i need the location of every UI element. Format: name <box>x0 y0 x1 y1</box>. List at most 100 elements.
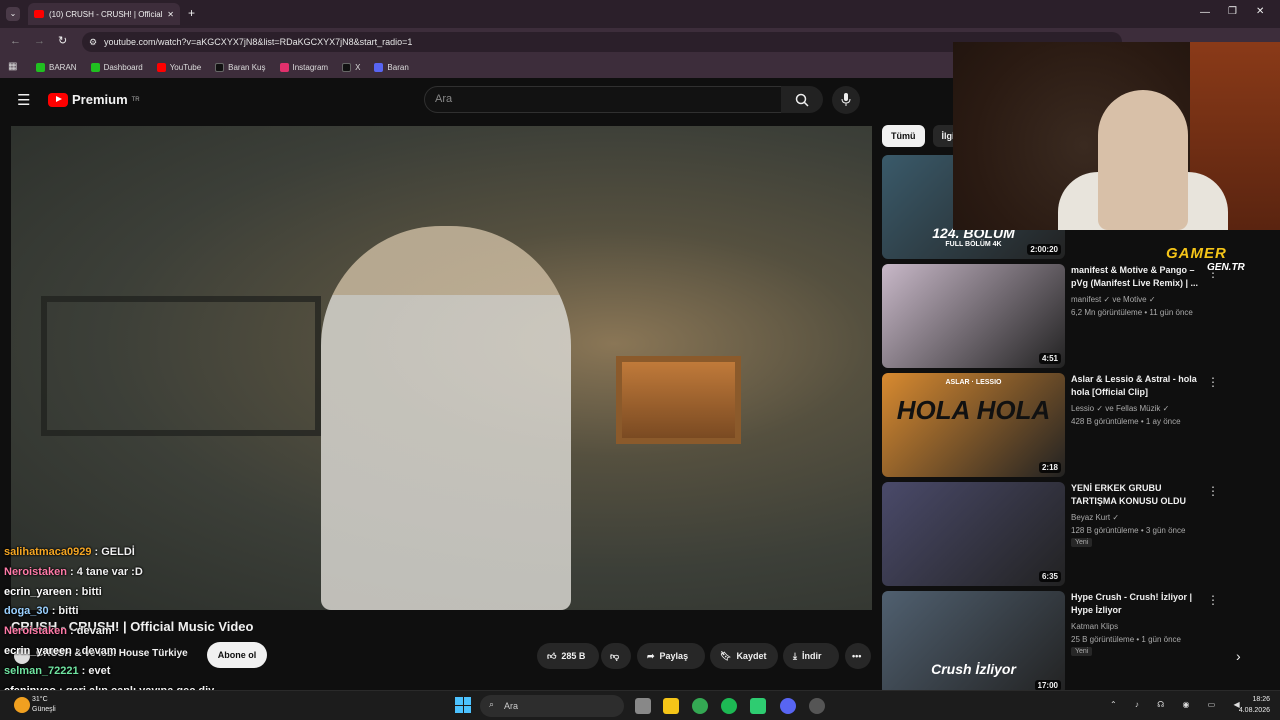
chat-username: ecrin_yareen <box>4 644 72 657</box>
subscribe-button[interactable]: Abone ol <box>207 642 267 668</box>
download-button[interactable]: ⤓ İndir <box>783 643 839 669</box>
browser-tab-bar: ⌄ (10) CRUSH - CRUSH! | Official ✕ + — ❐… <box>0 0 1280 28</box>
thumbnail-overlay-subtext: ASLAR · LESSIO <box>945 379 1002 386</box>
search-icon <box>795 93 809 107</box>
site-info-icon[interactable]: ⚙ <box>89 32 97 52</box>
obs-icon[interactable] <box>809 698 825 714</box>
minimize-button[interactable]: — <box>1200 7 1210 18</box>
weather-desc: Güneşli <box>32 706 56 713</box>
menu-hamburger-icon[interactable]: ☰ <box>17 91 30 109</box>
bookmark-baran-2[interactable]: Baran <box>374 62 409 72</box>
bookmark-label: Dashboard <box>103 62 143 72</box>
recommendation-item[interactable]: Crush İzliyor 17:00 Hype Crush - Crush! İz… <box>882 591 1274 695</box>
thumbnail-overlay-text: Crush İzliyor <box>931 661 1016 677</box>
clock-date: 4.08.2026 <box>1238 707 1270 714</box>
more-actions-button[interactable]: ••• <box>845 643 871 669</box>
forward-icon[interactable]: → <box>34 35 45 47</box>
chip-all[interactable]: Tümü <box>882 125 925 147</box>
more-vertical-icon[interactable]: ⋮ <box>1207 484 1219 498</box>
reload-icon[interactable]: ↻ <box>58 34 67 47</box>
voice-search-button[interactable] <box>832 86 860 114</box>
video-title[interactable]: manifest & Motive & Pango – pVg (Manifes… <box>1071 264 1201 290</box>
new-tab-button[interactable]: + <box>188 6 195 20</box>
bookmark-label: Instagram <box>292 62 329 72</box>
tab-title: (10) CRUSH - CRUSH! | Official <box>49 9 163 19</box>
discord-icon[interactable] <box>780 698 796 714</box>
restore-button[interactable]: ❐ <box>1228 6 1237 17</box>
video-thumbnail[interactable]: 6:35 <box>882 482 1065 586</box>
chat-username: salihatmaca0929 <box>4 546 92 558</box>
video-duration: 6:35 <box>1038 571 1061 582</box>
channel-name[interactable]: Katman Klips <box>1071 620 1221 633</box>
video-thumbnail[interactable]: 4:51 <box>882 264 1065 368</box>
channel-name[interactable]: Beyaz Kurt ✓ <box>1071 511 1221 524</box>
apps-grid-icon[interactable]: ▦ <box>8 61 17 72</box>
windows-start-icon[interactable] <box>455 697 471 713</box>
youtube-logo-icon <box>48 92 68 107</box>
search-icon: ⌕ <box>489 699 495 709</box>
video-frame-person <box>321 226 571 610</box>
bookmark-youtube[interactable]: YouTube <box>156 62 201 72</box>
chat-username: doga_30 <box>4 605 49 618</box>
video-thumbnail[interactable]: Crush İzliyor 17:00 <box>882 591 1065 695</box>
video-stats: 6,2 Mn görüntüleme • 11 gün önce <box>1071 308 1193 317</box>
bookmark-instagram[interactable]: Instagram <box>279 62 329 72</box>
task-view-icon[interactable] <box>635 698 651 714</box>
video-title[interactable]: YENİ ERKEK GRUBU TARTIŞMA KONUSU OLDU <box>1071 482 1201 508</box>
video-player[interactable] <box>11 126 872 610</box>
spotify-icon[interactable] <box>721 698 737 714</box>
video-title[interactable]: Aslar & Lessio & Astral - hola hola [Off… <box>1071 373 1201 399</box>
channel-name[interactable]: Lessio ✓ ve Fellas Müzik ✓ <box>1071 402 1221 415</box>
video-duration: 2:18 <box>1038 462 1061 473</box>
share-button[interactable]: ➦ Paylaş <box>637 643 705 669</box>
more-vertical-icon[interactable]: ⋮ <box>1207 593 1219 607</box>
tiktok-icon <box>215 62 225 72</box>
video-duration: 4:51 <box>1038 353 1061 364</box>
recommendation-item[interactable]: 6:35 YENİ ERKEK GRUBU TARTIŞMA KONUSU OLD… <box>882 482 1274 586</box>
app-icon[interactable] <box>750 698 766 714</box>
clock-time: 18:26 <box>1252 696 1270 703</box>
save-button[interactable]: 🔖︎ Kaydet <box>710 643 778 669</box>
system-tray-icons[interactable]: ⌃ ♪ ☊ ◉ ▭ ◀ <box>1110 700 1248 709</box>
recommendation-item[interactable]: 4:51 manifest & Motive & Pango – pVg (Man… <box>882 264 1274 368</box>
chat-text: bitti <box>81 585 102 598</box>
chat-username: Neroistaken <box>4 565 67 578</box>
bookmark-baran-kus[interactable]: Baran Kuş <box>215 62 266 72</box>
chat-username: selman_72221 <box>4 664 79 677</box>
video-thumbnail[interactable]: HOLA HOLA ASLAR · LESSIO 2:18 <box>882 373 1065 477</box>
video-title[interactable]: Hype Crush - Crush! İzliyor | Hype İzliy… <box>1071 591 1201 617</box>
close-tab-icon[interactable]: ✕ <box>167 10 174 19</box>
download-icon: ⤓ <box>793 650 797 661</box>
taskbar-clock[interactable]: 18:26 4.08.2026 <box>1239 694 1270 716</box>
logo-text: Premium <box>72 92 128 107</box>
bookmark-icon <box>90 62 100 72</box>
bookmark-baran[interactable]: BARAN <box>36 62 77 72</box>
bookmark-x[interactable]: X <box>342 62 360 72</box>
weather-sun-icon[interactable] <box>14 697 30 713</box>
chrome-icon[interactable] <box>692 698 708 714</box>
stream-chat-overlay: salihatmaca0929 : GELDİ Neroistaken : 4 t… <box>4 543 214 701</box>
channel-name[interactable]: manifest ✓ ve Motive ✓ <box>1071 293 1221 306</box>
like-button[interactable]: 👍︎ 285 B <box>537 643 599 669</box>
window-close-button[interactable]: ✕ <box>1256 6 1264 17</box>
taskbar-search[interactable]: Ara <box>480 695 624 717</box>
chat-message: selman_72221 : evet <box>4 664 111 677</box>
bookmark-label: Baran Kuş <box>228 62 266 72</box>
bookmark-label: Baran <box>387 62 409 72</box>
recommendation-item[interactable]: HOLA HOLA ASLAR · LESSIO 2:18 Aslar & Lessi… <box>882 373 1274 477</box>
bookmark-icon <box>36 62 45 72</box>
browser-tab[interactable]: (10) CRUSH - CRUSH! | Official ✕ <box>28 3 180 25</box>
tab-search-icon[interactable]: ⌄ <box>6 7 20 21</box>
youtube-premium-logo[interactable]: Premium TR <box>48 92 140 107</box>
chevron-right-icon[interactable]: › <box>1236 648 1241 664</box>
dislike-button[interactable]: 👎︎ <box>601 643 631 669</box>
bookmark-dashboard[interactable]: Dashboard <box>90 62 143 72</box>
gamer-watermark-sub: GEN.TR <box>1207 262 1245 273</box>
search-input[interactable]: Ara <box>424 86 782 113</box>
weather-widget[interactable]: 31°C Güneşli <box>32 695 56 715</box>
search-button[interactable] <box>781 86 823 113</box>
more-vertical-icon[interactable]: ⋮ <box>1207 375 1219 389</box>
file-explorer-icon[interactable] <box>663 698 679 714</box>
back-icon[interactable]: ← <box>10 35 21 47</box>
share-icon: ➦ <box>647 650 655 661</box>
